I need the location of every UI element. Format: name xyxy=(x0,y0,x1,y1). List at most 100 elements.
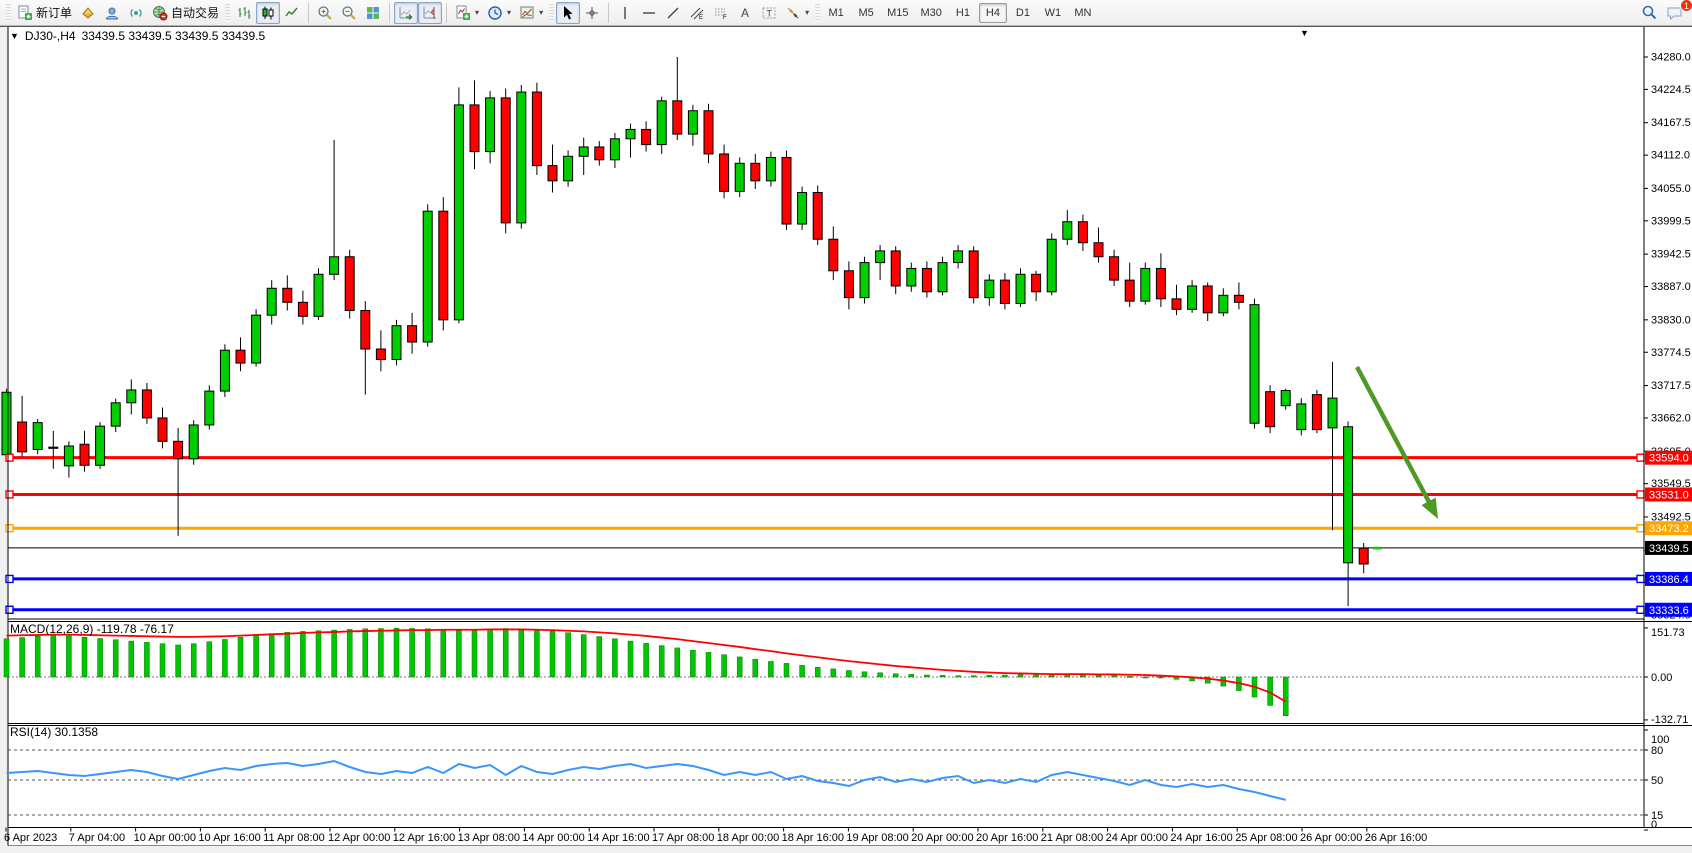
fibonacci-button[interactable]: F xyxy=(709,2,733,24)
toolbar-drag-handle[interactable] xyxy=(6,4,11,22)
text-icon: A xyxy=(737,5,753,21)
timeframe-m5-button[interactable]: M5 xyxy=(852,3,880,23)
periods-button[interactable]: ▾ xyxy=(483,2,515,24)
chart-collapse-caret[interactable]: ▼ xyxy=(10,31,19,41)
indicators-icon xyxy=(455,5,471,21)
price-chart-canvas[interactable]: 34280.034224.534167.534112.034055.033999… xyxy=(0,0,1692,853)
timeframe-h4-button[interactable]: H4 xyxy=(979,3,1007,23)
candlestick-chart-icon xyxy=(260,5,276,21)
svg-text:20 Apr 00:00: 20 Apr 00:00 xyxy=(911,832,973,844)
chart-shift-button[interactable] xyxy=(418,2,442,24)
text-button[interactable]: A xyxy=(733,2,757,24)
svg-text:12 Apr 00:00: 12 Apr 00:00 xyxy=(328,832,390,844)
periods-caret: ▾ xyxy=(507,8,511,17)
svg-text:34224.5: 34224.5 xyxy=(1651,84,1691,96)
timeframe-m30-button[interactable]: M30 xyxy=(916,3,947,23)
zoom-out-icon xyxy=(341,5,357,21)
signals-button[interactable] xyxy=(124,2,148,24)
timeframe-mn-button[interactable]: MN xyxy=(1069,3,1097,23)
hline-handle-pivot[interactable] xyxy=(6,525,13,532)
market-button[interactable] xyxy=(76,2,100,24)
hline-handle-resistance-2[interactable] xyxy=(6,491,13,498)
svg-text:26 Apr 16:00: 26 Apr 16:00 xyxy=(1365,832,1427,844)
search-button[interactable] xyxy=(1637,2,1662,24)
bar-chart-button[interactable] xyxy=(232,2,256,24)
timeframe-w1-button[interactable]: W1 xyxy=(1039,3,1067,23)
bar-chart-icon xyxy=(236,5,252,21)
community-button[interactable] xyxy=(100,2,124,24)
toolbar-drag-handle[interactable] xyxy=(549,4,554,22)
price-badge-support-1: 33386.4 xyxy=(1645,572,1692,586)
templates-button[interactable]: ▾ xyxy=(515,2,547,24)
zoom-in-icon xyxy=(317,5,333,21)
timeframe-h1-button[interactable]: H1 xyxy=(949,3,977,23)
timeframe-m1-button[interactable]: M1 xyxy=(822,3,850,23)
shapes-button[interactable]: ▾ xyxy=(781,2,813,24)
trendline-icon xyxy=(665,5,681,21)
svg-text:10 Apr 00:00: 10 Apr 00:00 xyxy=(134,832,196,844)
toolbar-drag-handle[interactable] xyxy=(225,4,230,22)
tile-windows-button[interactable] xyxy=(361,2,385,24)
chart-menu-caret[interactable]: ▼ xyxy=(1300,28,1309,38)
toolbar-drag-handle[interactable] xyxy=(815,4,820,22)
svg-text:T: T xyxy=(767,8,773,18)
vertical-line-icon xyxy=(617,5,633,21)
hline-handle-support-1[interactable] xyxy=(1637,575,1644,582)
svg-text:33662.0: 33662.0 xyxy=(1651,412,1691,424)
svg-text:33439.5: 33439.5 xyxy=(1649,543,1689,555)
indicators-caret: ▾ xyxy=(475,8,479,17)
candlestick-chart-button[interactable] xyxy=(256,2,280,24)
trendline-button[interactable] xyxy=(661,2,685,24)
timeframe-d1-button[interactable]: D1 xyxy=(1009,3,1037,23)
crosshair-button[interactable] xyxy=(580,2,604,24)
notification-badge: 1 xyxy=(1680,0,1692,12)
crosshair-icon xyxy=(584,5,600,21)
auto-scroll-button[interactable] xyxy=(394,2,418,24)
svg-text:151.73: 151.73 xyxy=(1651,627,1685,639)
indicators-button[interactable]: ▾ xyxy=(451,2,483,24)
horizontal-line-button[interactable] xyxy=(637,2,661,24)
svg-text:33717.5: 33717.5 xyxy=(1651,380,1691,392)
cursor-button[interactable] xyxy=(556,2,580,24)
equidistant-channel-button[interactable]: E xyxy=(685,2,709,24)
hline-handle-resistance-1[interactable] xyxy=(6,454,13,461)
svg-text:33386.4: 33386.4 xyxy=(1649,574,1689,586)
svg-text:33531.0: 33531.0 xyxy=(1649,489,1689,501)
macd-label: MACD(12,26,9) -119.78 -76.17 xyxy=(10,622,174,636)
timeframe-group: M1M5M15M30H1H4D1W1MN xyxy=(822,3,1097,23)
notifications-button[interactable]: 1 xyxy=(1662,2,1688,24)
svg-text:11 Apr 08:00: 11 Apr 08:00 xyxy=(263,832,325,844)
svg-text:33887.0: 33887.0 xyxy=(1651,281,1691,293)
timeframe-m15-button[interactable]: M15 xyxy=(882,3,913,23)
svg-text:50: 50 xyxy=(1651,775,1663,787)
svg-text:24 Apr 00:00: 24 Apr 00:00 xyxy=(1106,832,1168,844)
svg-text:26 Apr 00:00: 26 Apr 00:00 xyxy=(1300,832,1362,844)
hline-handle-resistance-1[interactable] xyxy=(1637,454,1644,461)
current-price-tick xyxy=(1373,547,1382,550)
hline-handle-support-2[interactable] xyxy=(6,606,13,613)
price-badge-support-2: 33333.6 xyxy=(1645,603,1692,617)
svg-text:F: F xyxy=(723,15,727,21)
vertical-line-button[interactable] xyxy=(613,2,637,24)
hline-handle-pivot[interactable] xyxy=(1637,525,1644,532)
chart-title: ▼ DJ30-,H4 33439.5 33439.5 33439.5 33439… xyxy=(10,29,265,43)
zoom-in-button[interactable] xyxy=(313,2,337,24)
chart-client-area xyxy=(8,27,1692,846)
svg-text:7 Apr 04:00: 7 Apr 04:00 xyxy=(69,832,125,844)
svg-text:0.00: 0.00 xyxy=(1651,672,1672,684)
line-chart-button[interactable] xyxy=(280,2,304,24)
svg-text:80: 80 xyxy=(1651,745,1663,757)
svg-text:10 Apr 16:00: 10 Apr 16:00 xyxy=(198,832,260,844)
svg-text:34167.5: 34167.5 xyxy=(1651,117,1691,129)
hline-handle-support-1[interactable] xyxy=(6,575,13,582)
svg-text:12 Apr 16:00: 12 Apr 16:00 xyxy=(393,832,455,844)
new-order-button[interactable]: 新订单 xyxy=(13,2,76,24)
zoom-out-button[interactable] xyxy=(337,2,361,24)
hline-handle-support-2[interactable] xyxy=(1637,606,1644,613)
cursor-icon xyxy=(560,5,576,21)
auto-trading-button[interactable]: 自动交易 xyxy=(148,2,223,24)
hline-handle-resistance-2[interactable] xyxy=(1637,491,1644,498)
templates-icon xyxy=(519,5,535,21)
text-label-button[interactable]: T xyxy=(757,2,781,24)
svg-text:33999.5: 33999.5 xyxy=(1651,215,1691,227)
